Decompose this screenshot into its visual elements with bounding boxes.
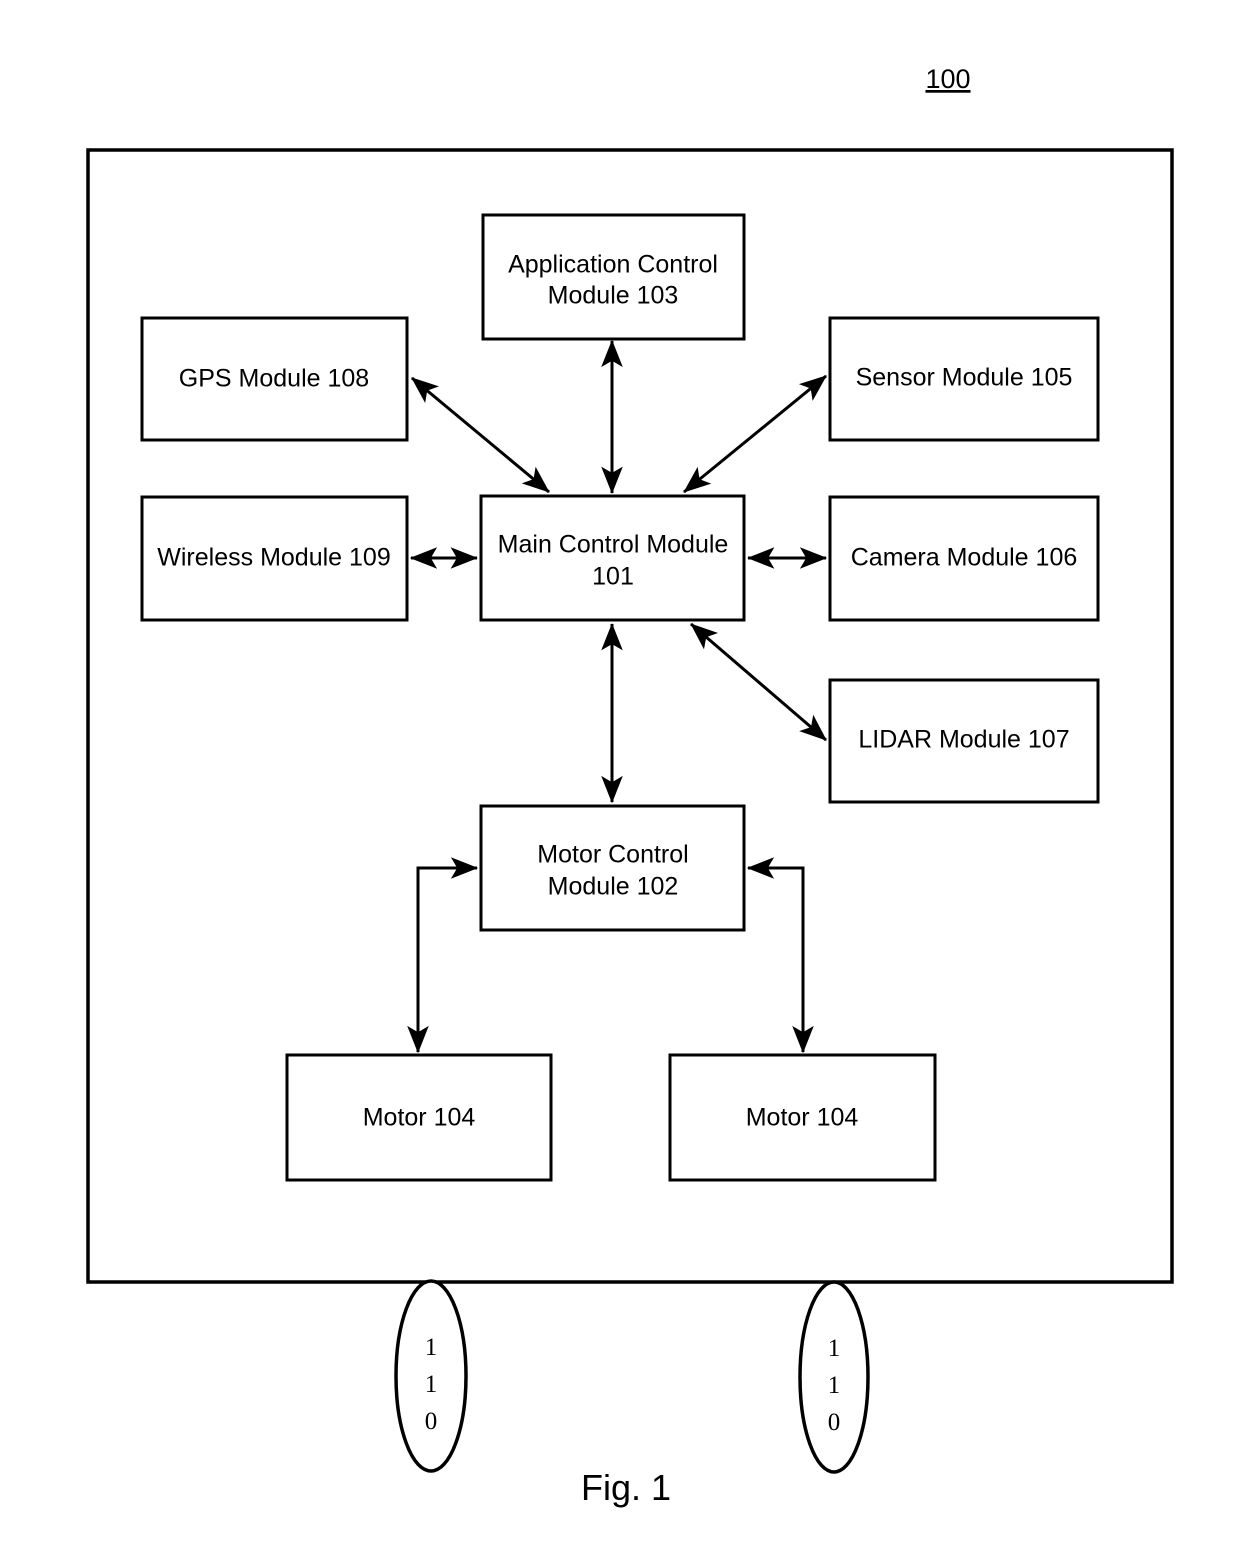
- node-motor-right-label: Motor 104: [746, 1104, 859, 1132]
- wheel-left-digit-1: 1: [425, 1334, 438, 1361]
- node-gps-module-label: GPS Module 108: [179, 365, 369, 393]
- node-main-control-module[interactable]: Main Control Module 101: [479, 494, 746, 622]
- node-sensor-module-label: Sensor Module 105: [856, 364, 1073, 392]
- node-application-control-module[interactable]: Application Control Module 103: [481, 213, 746, 341]
- node-application-control-module-label-line1: Application Control: [508, 251, 718, 279]
- figure-caption: Fig. 1: [581, 1467, 671, 1508]
- node-main-control-module-label-line1: Main Control Module: [498, 531, 729, 559]
- node-sensor-module[interactable]: Sensor Module 105: [828, 316, 1100, 442]
- wheel-right-digit-1: 1: [828, 1335, 841, 1362]
- system-block-diagram: 100 Application Control Module 103 GPS M…: [86, 64, 1174, 1508]
- wheel-left-digit-2: 1: [425, 1371, 438, 1398]
- node-wireless-module[interactable]: Wireless Module 109: [140, 495, 409, 622]
- node-motor-control-module-label-line2: Module 102: [548, 873, 679, 901]
- wheel-left[interactable]: 1 1 0: [394, 1279, 468, 1473]
- node-application-control-module-label-line2: Module 103: [548, 282, 679, 310]
- node-main-control-module-label-line2: 101: [592, 563, 634, 591]
- node-motor-right[interactable]: Motor 104: [668, 1053, 937, 1182]
- wheel-left-digit-3: 0: [425, 1408, 438, 1435]
- node-motor-left-label: Motor 104: [363, 1104, 476, 1132]
- wheel-right-digit-2: 1: [828, 1372, 841, 1399]
- figure-1-root: 100 Application Control Module 103 GPS M…: [0, 0, 1240, 1564]
- node-motor-control-module[interactable]: Motor Control Module 102: [479, 804, 746, 932]
- node-lidar-module-label: LIDAR Module 107: [858, 726, 1069, 754]
- node-motor-left[interactable]: Motor 104: [285, 1053, 553, 1182]
- node-camera-module-label: Camera Module 106: [851, 544, 1078, 572]
- system-reference-numeral: 100: [925, 64, 970, 94]
- node-camera-module[interactable]: Camera Module 106: [828, 495, 1100, 622]
- node-lidar-module[interactable]: LIDAR Module 107: [828, 678, 1100, 804]
- node-motor-control-module-label-line1: Motor Control: [537, 841, 688, 869]
- node-wireless-module-label: Wireless Module 109: [157, 544, 390, 572]
- wheel-right-digit-3: 0: [828, 1409, 841, 1436]
- wheel-right[interactable]: 1 1 0: [798, 1280, 870, 1474]
- node-gps-module[interactable]: GPS Module 108: [140, 316, 409, 442]
